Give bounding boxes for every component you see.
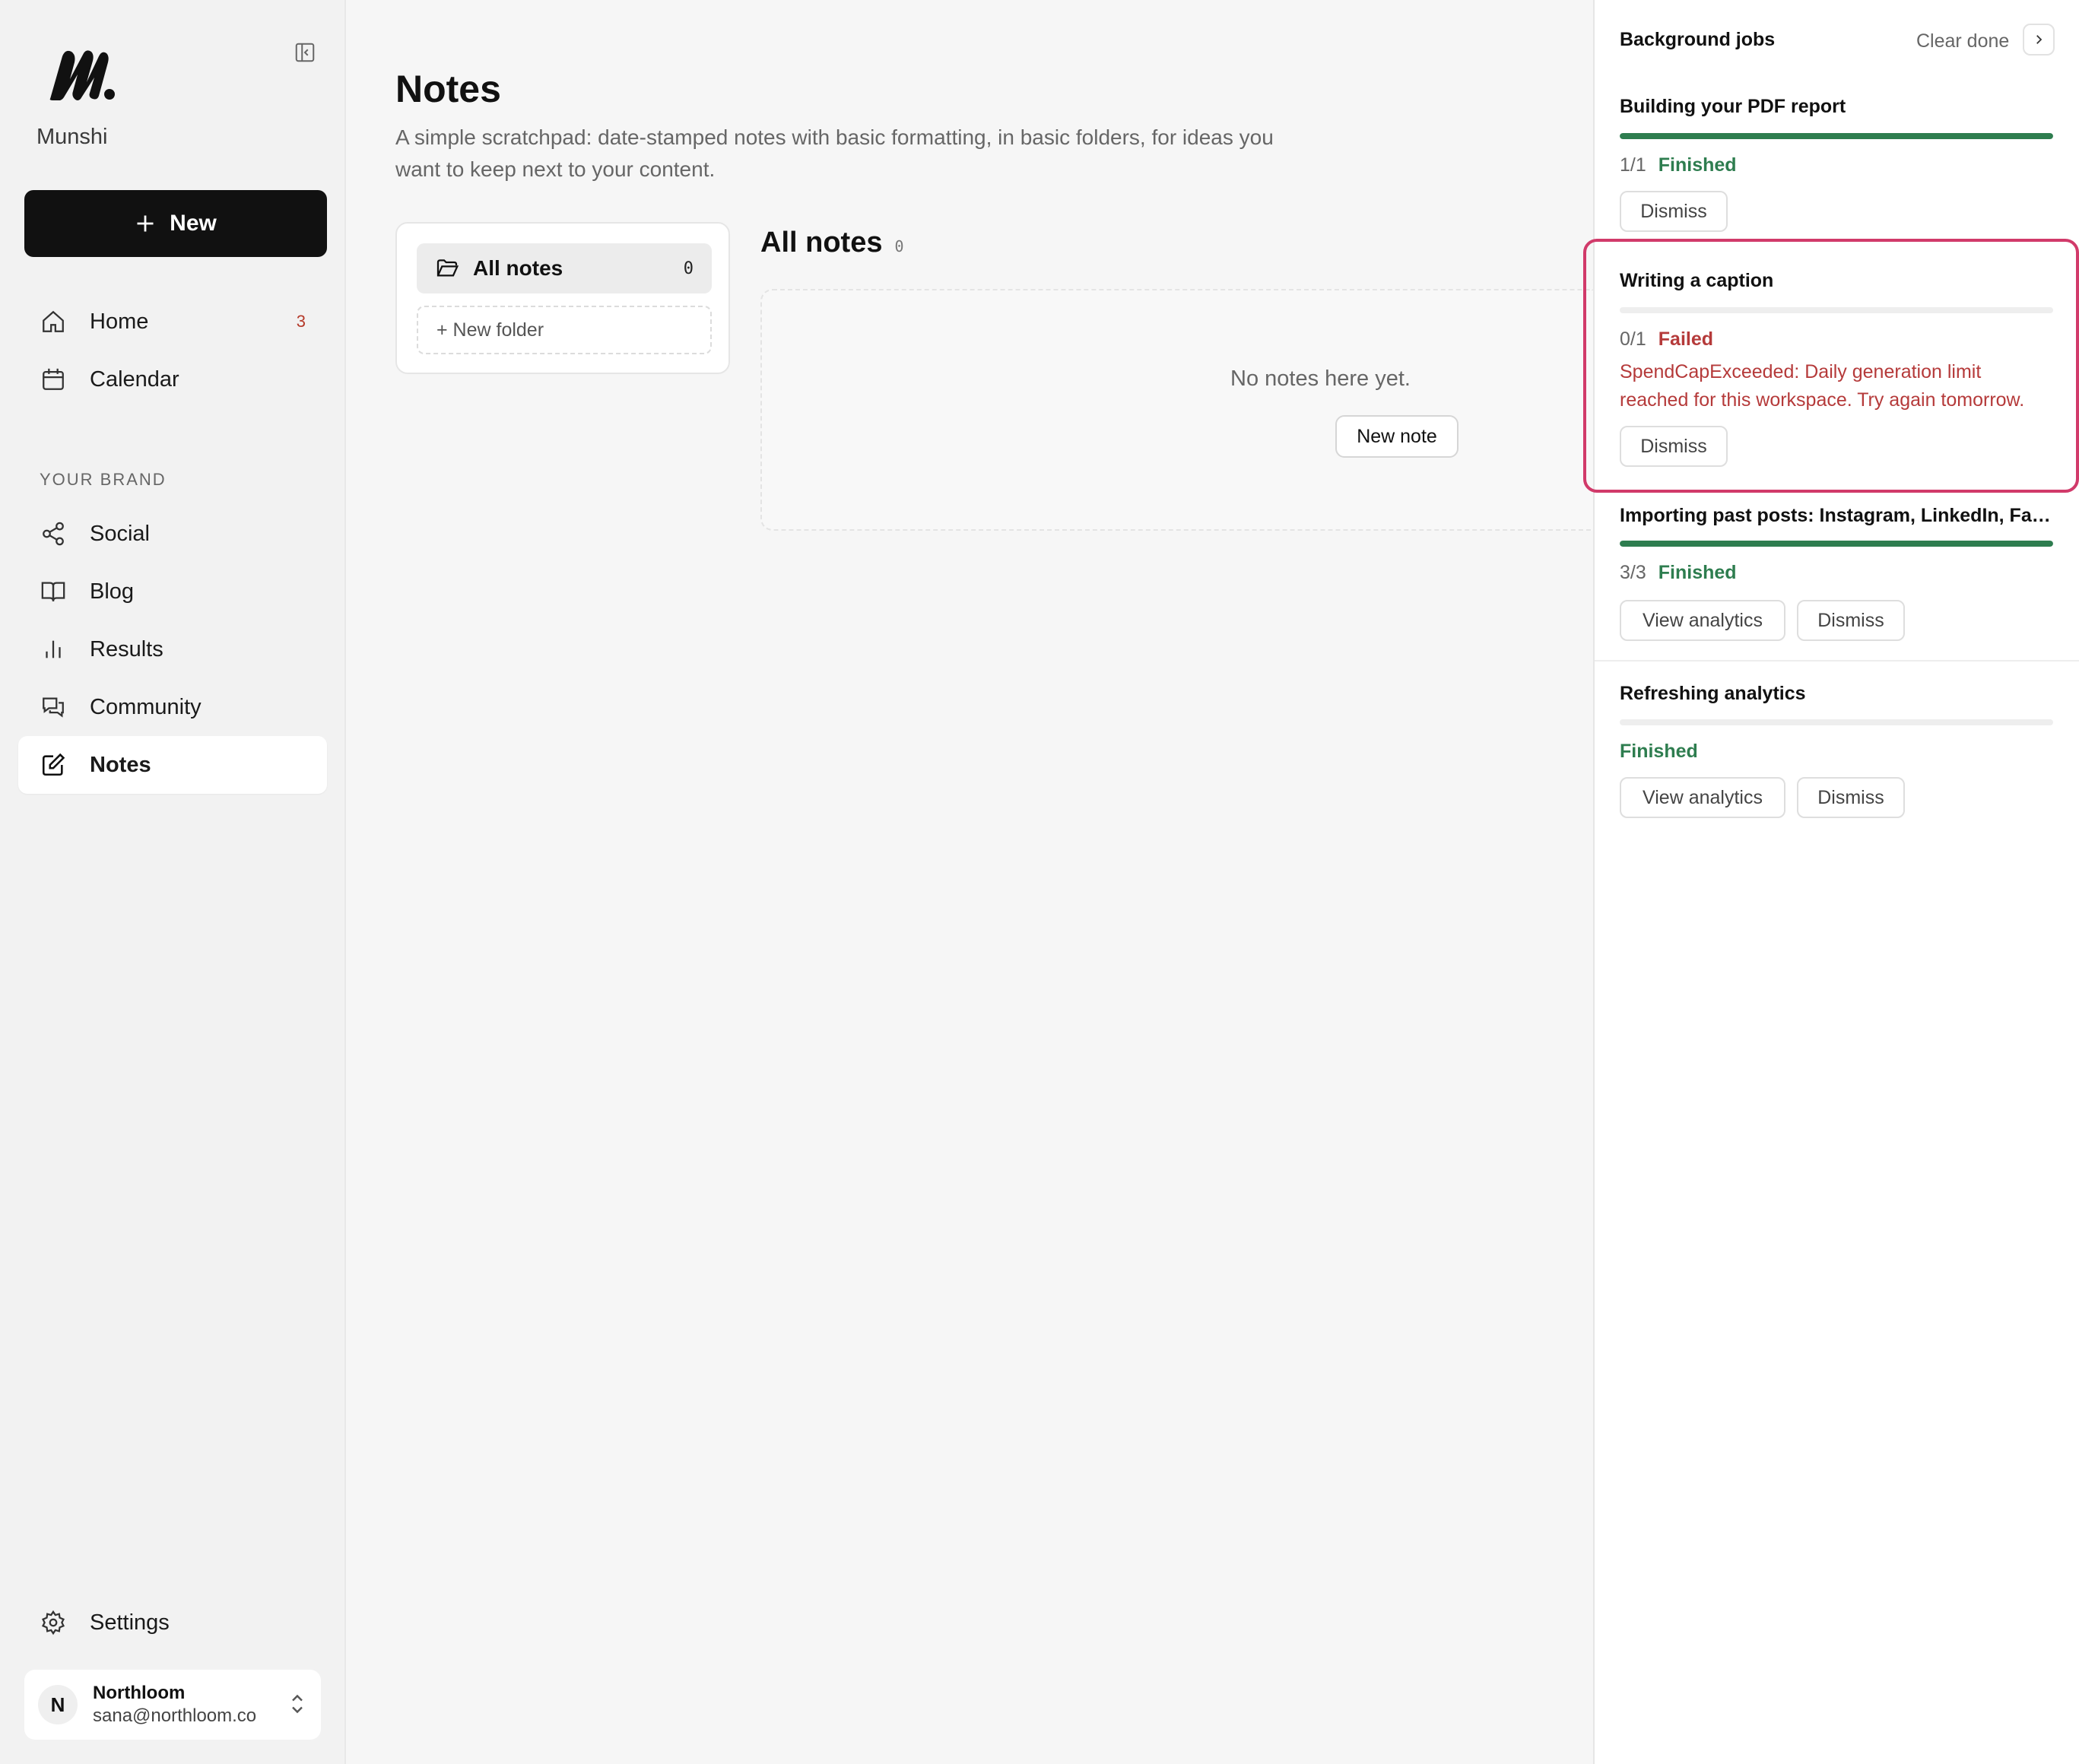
folder-label: All notes	[473, 256, 563, 280]
notes-heading-title: All notes	[760, 227, 883, 259]
account-switcher[interactable]: N Northloom sana@northloom.co	[24, 1670, 321, 1740]
job-count: 0/1	[1620, 328, 1646, 350]
folder-count: 0	[683, 259, 694, 278]
book-icon	[40, 578, 67, 605]
job-progress-bar	[1620, 307, 2053, 313]
job-title: Refreshing analytics	[1620, 683, 1806, 704]
job-status-label: Failed	[1658, 328, 1714, 350]
sidebar-item-calendar[interactable]: Calendar	[18, 351, 327, 408]
job-status-label: Finished	[1620, 741, 1698, 762]
folder-panel: All notes 0 + New folder	[395, 222, 730, 374]
dismiss-button[interactable]: Dismiss	[1797, 777, 1905, 818]
sidebar-item-results[interactable]: Results	[18, 620, 327, 678]
sidebar-item-community[interactable]: Community	[18, 678, 327, 736]
new-note-button[interactable]: New note	[1335, 415, 1458, 458]
sidebar-item-settings[interactable]: Settings	[18, 1594, 327, 1651]
dismiss-button[interactable]: Dismiss	[1797, 600, 1905, 641]
job-divider	[1595, 660, 2079, 662]
job-status: 0/1 Failed	[1620, 328, 1713, 351]
job-status: Finished	[1620, 741, 1698, 763]
gear-icon	[40, 1609, 67, 1636]
job-progress-bar	[1620, 719, 2053, 725]
sidebar-item-label: Community	[90, 694, 202, 719]
plus-icon	[137, 215, 154, 232]
job-title: Writing a caption	[1620, 270, 1774, 291]
sidebar-item-blog[interactable]: Blog	[18, 563, 327, 620]
collapse-sidebar-button[interactable]	[292, 40, 318, 65]
sidebar-item-label: Notes	[90, 752, 151, 777]
chevron-right-icon	[2036, 35, 2042, 44]
job-count: 1/1	[1620, 154, 1646, 176]
home-icon	[40, 308, 67, 335]
chat-icon	[40, 693, 67, 721]
job-title: Importing past posts: Instagram, LinkedI…	[1620, 505, 2053, 526]
view-analytics-button[interactable]: View analytics	[1620, 777, 1785, 818]
sidebar: Munshi New Home 3 Calendar YOUR BRAND So…	[0, 0, 346, 1764]
sidebar-item-label: Blog	[90, 579, 135, 604]
job-progress-bar	[1620, 133, 2053, 139]
sidebar-item-notes[interactable]: Notes	[18, 736, 327, 794]
chevron-up-down-icon	[292, 1694, 303, 1714]
clear-done-button[interactable]: Clear done	[1916, 30, 2009, 52]
edit-icon	[40, 751, 67, 779]
folder-icon	[436, 259, 459, 277]
job-status-label: Finished	[1658, 154, 1737, 176]
bar-chart-icon	[40, 636, 67, 663]
sidebar-item-social[interactable]: Social	[18, 505, 327, 563]
job-progress-bar	[1620, 541, 2053, 547]
sidebar-item-home[interactable]: Home 3	[18, 293, 327, 351]
sidebar-item-label: Social	[90, 521, 150, 546]
munshi-logo	[49, 50, 115, 100]
sidebar-item-label: Calendar	[90, 366, 179, 392]
folder-all-notes[interactable]: All notes 0	[417, 243, 712, 293]
view-analytics-button[interactable]: View analytics	[1620, 600, 1785, 641]
jobs-panel-title: Background jobs	[1620, 29, 1776, 50]
job-status-label: Finished	[1658, 562, 1737, 583]
sidebar-item-label: Home	[90, 309, 149, 334]
close-panel-button[interactable]	[2023, 24, 2055, 56]
job-count: 3/3	[1620, 562, 1646, 583]
sidebar-item-label: Settings	[90, 1610, 170, 1635]
dismiss-button[interactable]: Dismiss	[1620, 426, 1728, 467]
job-error-message: SpendCapExceeded: Daily generation limit…	[1620, 361, 2025, 411]
page-description: A simple scratchpad: date-stamped notes …	[395, 125, 1274, 181]
new-button[interactable]: New	[24, 190, 327, 257]
avatar: N	[38, 1685, 78, 1724]
home-count-badge: 3	[296, 312, 306, 331]
calendar-icon	[40, 366, 67, 393]
brand-name: Munshi	[37, 125, 108, 149]
job-status: 3/3 Finished	[1620, 562, 1737, 584]
sidebar-toggle-icon	[295, 43, 315, 62]
notes-heading: All notes 0	[760, 227, 904, 259]
job-title: Building your PDF report	[1620, 96, 1846, 117]
account-name: Northloom	[93, 1683, 186, 1703]
new-folder-button[interactable]: + New folder	[417, 306, 712, 354]
notes-count: 0	[894, 237, 904, 255]
notes-empty-state: No notes here yet. New note	[760, 289, 1593, 531]
dismiss-button[interactable]: Dismiss	[1620, 191, 1728, 232]
job-status: 1/1 Finished	[1620, 154, 1737, 176]
page-title: Notes	[395, 68, 501, 110]
background-jobs-panel: Background jobs Clear done Building your…	[1593, 0, 2079, 1764]
sidebar-item-label: Results	[90, 636, 163, 662]
new-button-label: New	[170, 211, 217, 236]
section-label-your-brand: YOUR BRAND	[40, 470, 167, 489]
account-email: sana@northloom.co	[93, 1705, 257, 1726]
share-icon	[40, 520, 67, 547]
